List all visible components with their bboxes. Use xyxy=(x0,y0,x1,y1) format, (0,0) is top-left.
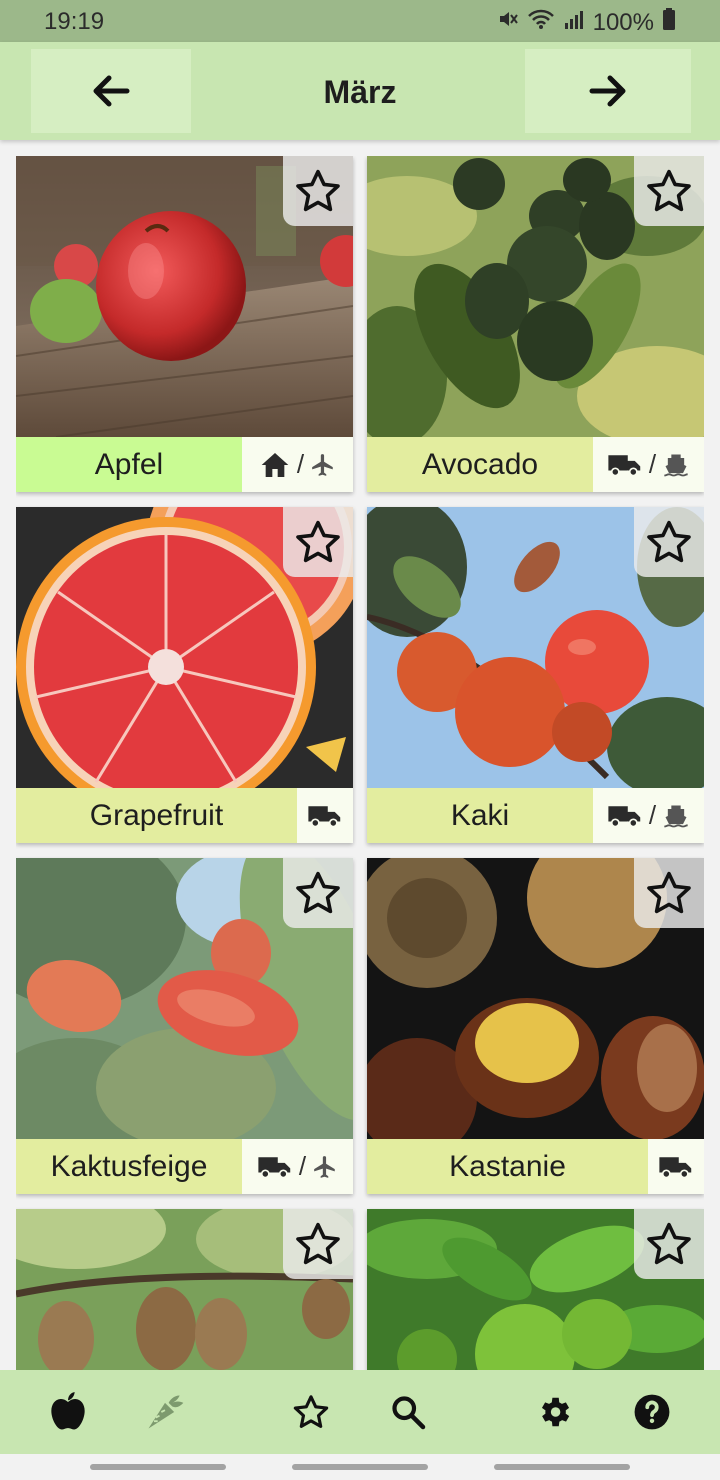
produce-card-kastanie[interactable]: Kastanie xyxy=(367,858,704,1194)
produce-name: Grapefruit xyxy=(16,788,297,843)
produce-card-grapefruit[interactable]: Grapefruit xyxy=(16,507,353,843)
produce-card-avocado[interactable]: Avocado / xyxy=(367,156,704,492)
ship-icon xyxy=(664,454,688,476)
star-outline-icon xyxy=(647,520,691,563)
truck-icon xyxy=(308,805,341,827)
produce-grid: Apfel / Avocado / Grapefruit Kaki / Kakt… xyxy=(16,156,704,1370)
system-home-handle[interactable] xyxy=(292,1464,428,1470)
origin-separator: / xyxy=(648,800,657,830)
favorite-star-button[interactable] xyxy=(283,858,353,928)
tab-fruits[interactable] xyxy=(44,1388,92,1436)
plane-icon xyxy=(314,1155,335,1178)
app-bar: März xyxy=(0,42,720,140)
star-outline-icon xyxy=(296,169,340,212)
favorite-star-button[interactable] xyxy=(634,1209,704,1279)
signal-icon xyxy=(563,8,585,37)
truck-icon xyxy=(608,805,641,827)
favorite-star-button[interactable] xyxy=(634,507,704,577)
system-recents-handle[interactable] xyxy=(494,1464,630,1470)
star-outline-icon xyxy=(296,520,340,563)
star-outline-icon xyxy=(647,1222,691,1265)
favorite-star-button[interactable] xyxy=(634,156,704,226)
origin-indicators xyxy=(297,788,353,843)
gear-icon xyxy=(541,1397,570,1427)
produce-card-apfel[interactable]: Apfel / xyxy=(16,156,353,492)
tab-settings[interactable] xyxy=(530,1388,578,1436)
favorite-star-button[interactable] xyxy=(283,156,353,226)
origin-indicators: / xyxy=(242,1139,353,1194)
truck-icon xyxy=(608,454,641,476)
origin-indicators: / xyxy=(593,788,704,843)
help-icon xyxy=(634,1394,670,1430)
star-outline-icon xyxy=(647,169,691,212)
battery-percent: 100% xyxy=(592,8,654,36)
system-back-handle[interactable] xyxy=(90,1464,226,1470)
origin-separator: / xyxy=(298,1151,307,1181)
star-outline-icon xyxy=(647,871,691,914)
star-outline-icon xyxy=(296,871,340,914)
search-icon xyxy=(392,1396,426,1430)
produce-card-kaki[interactable]: Kaki / xyxy=(367,507,704,843)
wifi-icon xyxy=(527,8,555,37)
apple-icon xyxy=(51,1392,85,1430)
origin-indicators: / xyxy=(242,437,353,492)
produce-card-kaktusfeige[interactable]: Kaktusfeige / xyxy=(16,858,353,1194)
ship-icon xyxy=(664,805,688,827)
produce-card-kiwi[interactable] xyxy=(16,1209,353,1370)
status-bar: 19:19 100% xyxy=(0,0,720,42)
produce-name: Kaktusfeige xyxy=(16,1139,242,1194)
favorite-star-button[interactable] xyxy=(634,858,704,928)
status-icons: 100% xyxy=(497,8,676,37)
system-navigation-bar xyxy=(0,1454,720,1480)
origin-indicators xyxy=(648,1139,704,1194)
favorite-star-button[interactable] xyxy=(283,1209,353,1279)
star-icon xyxy=(293,1395,329,1428)
origin-separator: / xyxy=(296,449,305,479)
battery-icon xyxy=(662,8,676,37)
produce-name: Avocado xyxy=(367,437,593,492)
truck-icon xyxy=(258,1156,291,1178)
produce-card-citrus[interactable] xyxy=(367,1209,704,1370)
produce-name: Kaki xyxy=(367,788,593,843)
origin-separator: / xyxy=(648,449,657,479)
produce-name: Kastanie xyxy=(367,1139,648,1194)
mute-icon xyxy=(497,8,519,37)
tab-vegetables[interactable] xyxy=(141,1388,189,1436)
bottom-navigation xyxy=(0,1370,720,1454)
tab-search[interactable] xyxy=(384,1388,432,1436)
star-outline-icon xyxy=(296,1222,340,1265)
tab-help[interactable] xyxy=(628,1388,676,1436)
favorite-star-button[interactable] xyxy=(283,507,353,577)
arrow-right-icon xyxy=(589,75,626,107)
next-month-button[interactable] xyxy=(525,49,691,133)
produce-name: Apfel xyxy=(16,437,242,492)
home-icon xyxy=(261,452,289,477)
truck-icon xyxy=(659,1156,692,1178)
tab-favorites[interactable] xyxy=(287,1388,335,1436)
origin-indicators: / xyxy=(593,437,704,492)
carrot-icon xyxy=(148,1395,184,1429)
status-time: 19:19 xyxy=(44,8,105,35)
plane-icon xyxy=(312,453,333,476)
